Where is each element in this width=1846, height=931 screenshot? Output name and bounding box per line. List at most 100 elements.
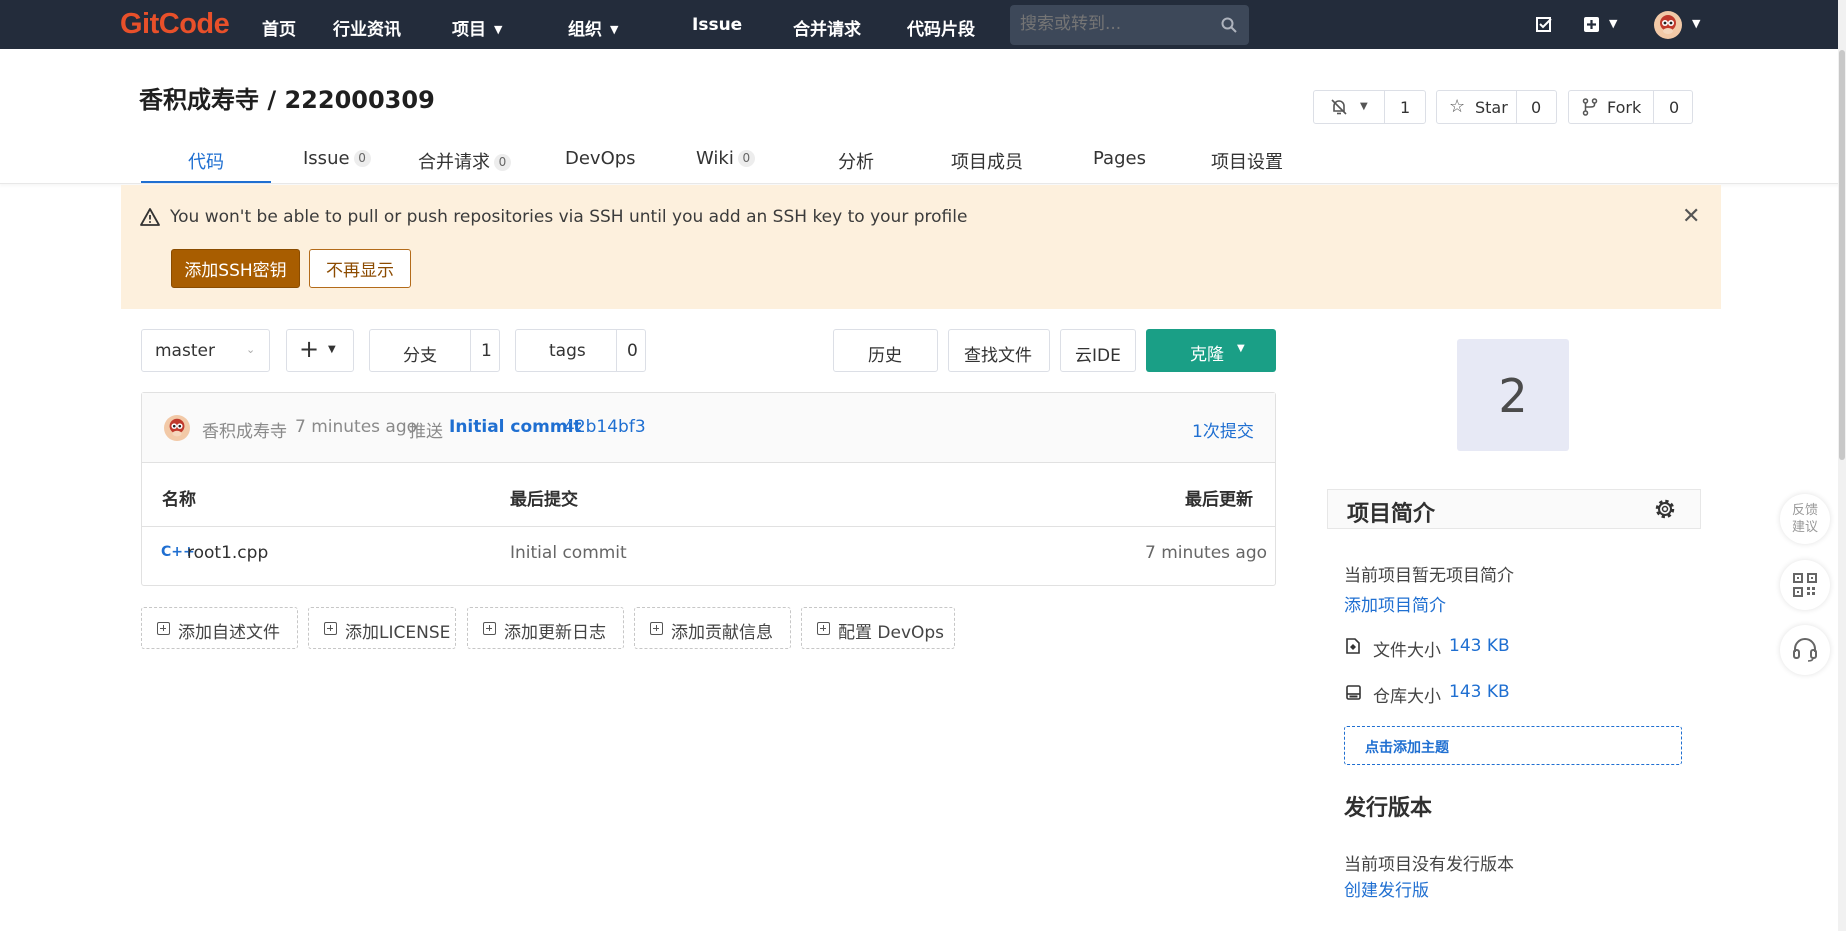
repository-panel: 香积成寿寺 7 minutes ago 推送 Initial commit 42… bbox=[141, 392, 1276, 586]
nav-industry-news[interactable]: 行业资讯 bbox=[333, 15, 401, 40]
plus-square-icon bbox=[650, 622, 663, 635]
tags-button[interactable]: tags 0 bbox=[515, 329, 646, 372]
top-navbar: GitCode 首页 行业资讯 项目 ▼ 组织 ▼ Issue 合并请求 代码片段 … bbox=[0, 0, 1846, 49]
create-release-link[interactable]: 创建发行版 bbox=[1344, 876, 1429, 901]
warning-icon bbox=[140, 208, 160, 226]
file-size-value: 143 KB bbox=[1449, 636, 1510, 656]
add-intro-link[interactable]: 添加项目简介 bbox=[1344, 591, 1446, 616]
fork-label: Fork bbox=[1607, 98, 1642, 117]
file-size-icon bbox=[1346, 638, 1360, 654]
add-readme-button[interactable]: 添加自述文件 bbox=[141, 607, 298, 649]
find-file-button[interactable]: 查找文件 bbox=[948, 329, 1050, 372]
setup-devops-button[interactable]: 配置 DevOps bbox=[801, 607, 955, 649]
feedback-button[interactable]: 反馈 建议 bbox=[1780, 494, 1830, 544]
notification-button[interactable]: ▼ 1 bbox=[1313, 90, 1426, 124]
gitcode-logo[interactable]: GitCode bbox=[120, 8, 230, 41]
search-box bbox=[1010, 5, 1249, 45]
tab-pages[interactable]: Pages bbox=[1093, 148, 1146, 169]
bell-off-icon bbox=[1331, 99, 1347, 115]
tab-merge-requests[interactable]: 合并请求 0 bbox=[418, 148, 511, 174]
file-name-link[interactable]: root1.cpp bbox=[187, 543, 268, 563]
headset-icon bbox=[1793, 638, 1817, 662]
project-title[interactable]: 香积成寿寺 / 222000309 bbox=[139, 80, 435, 115]
chevron-down-icon: ▼ bbox=[328, 344, 336, 355]
wiki-count-badge: 0 bbox=[737, 150, 755, 167]
ssh-alert-banner: You won't be able to pull or push reposi… bbox=[121, 185, 1721, 309]
user-avatar[interactable] bbox=[1654, 11, 1682, 39]
commit-count-link[interactable]: 1次提交 bbox=[1192, 417, 1254, 442]
no-release-text: 当前项目没有发行版本 bbox=[1344, 855, 1514, 875]
commit-message-link[interactable]: Initial commit bbox=[449, 417, 582, 437]
gear-icon[interactable] bbox=[1653, 497, 1677, 521]
tab-analytics[interactable]: 分析 bbox=[838, 148, 874, 174]
plus-square-icon bbox=[324, 622, 337, 635]
star-button[interactable]: ☆ Star 0 bbox=[1436, 90, 1557, 124]
commit-author[interactable]: 香积成寿寺 bbox=[202, 417, 287, 442]
repo-size-value: 143 KB bbox=[1449, 682, 1510, 702]
add-contributing-button[interactable]: 添加贡献信息 bbox=[634, 607, 791, 649]
issue-count-badge: 0 bbox=[353, 150, 371, 167]
nav-orgs[interactable]: 组织 ▼ bbox=[568, 15, 618, 40]
fork-count: 0 bbox=[1669, 98, 1680, 117]
add-ssh-key-button[interactable]: 添加SSH密钥 bbox=[171, 249, 300, 288]
add-topic-button[interactable]: 点击添加主题 bbox=[1344, 726, 1682, 765]
table-header: 名称 最后提交 最后更新 bbox=[142, 463, 1275, 527]
author-avatar[interactable] bbox=[164, 415, 190, 441]
file-updated: 7 minutes ago bbox=[1145, 543, 1268, 563]
search-icon[interactable] bbox=[1221, 17, 1237, 33]
history-button[interactable]: 历史 bbox=[833, 329, 938, 372]
chevron-down-icon: ▼ bbox=[1237, 343, 1245, 354]
nav-home[interactable]: 首页 bbox=[262, 15, 296, 40]
nav-merge-requests[interactable]: 合并请求 bbox=[793, 15, 861, 40]
qr-code-button[interactable] bbox=[1780, 560, 1830, 610]
alert-message: You won't be able to pull or push reposi… bbox=[170, 207, 968, 227]
page-scrollbar[interactable] bbox=[1838, 0, 1846, 931]
tab-issue[interactable]: Issue 0 bbox=[303, 148, 371, 169]
tab-settings[interactable]: 项目设置 bbox=[1211, 148, 1283, 174]
tab-code[interactable]: 代码 bbox=[188, 148, 224, 174]
todo-icon[interactable] bbox=[1536, 16, 1553, 33]
clone-button[interactable]: 克隆 ▼ bbox=[1146, 329, 1276, 372]
branch-name: master bbox=[155, 341, 215, 361]
qr-code-icon bbox=[1793, 573, 1817, 597]
col-name: 名称 bbox=[162, 490, 196, 510]
nav-issue[interactable]: Issue bbox=[692, 15, 742, 35]
tab-members[interactable]: 项目成员 bbox=[951, 148, 1023, 174]
fork-button[interactable]: Fork 0 bbox=[1568, 90, 1693, 124]
project-avatar: 2 bbox=[1457, 339, 1569, 451]
support-button[interactable] bbox=[1780, 625, 1830, 675]
col-last-commit: 最后提交 bbox=[510, 490, 578, 510]
nav-snippets[interactable]: 代码片段 bbox=[907, 15, 975, 40]
chevron-down-icon[interactable]: ▼ bbox=[1692, 17, 1700, 30]
star-count: 0 bbox=[1531, 98, 1542, 117]
cloud-ide-button[interactable]: 云IDE bbox=[1060, 329, 1136, 372]
plus-square-icon[interactable] bbox=[1583, 16, 1600, 33]
commit-sha-link[interactable]: 42b14bf3 bbox=[564, 417, 646, 437]
file-commit-link[interactable]: Initial commit bbox=[510, 543, 627, 563]
dont-show-again-button[interactable]: 不再显示 bbox=[309, 249, 411, 288]
fork-icon bbox=[1582, 98, 1598, 116]
col-last-update: 最后更新 bbox=[1185, 490, 1253, 510]
search-input[interactable] bbox=[1020, 14, 1220, 34]
chevron-down-icon[interactable]: ▼ bbox=[1609, 17, 1617, 30]
tab-devops[interactable]: DevOps bbox=[565, 148, 636, 169]
last-commit-bar: 香积成寿寺 7 minutes ago 推送 Initial commit 42… bbox=[142, 393, 1275, 463]
scrollbar-thumb[interactable] bbox=[1839, 50, 1845, 460]
branch-select[interactable]: master ⌄ bbox=[141, 329, 270, 372]
add-changelog-button[interactable]: 添加更新日志 bbox=[467, 607, 624, 649]
tags-count: 0 bbox=[627, 341, 638, 361]
add-license-button[interactable]: 添加LICENSE bbox=[308, 607, 456, 649]
notification-count: 1 bbox=[1400, 98, 1411, 117]
branches-button[interactable]: 分支 1 bbox=[369, 329, 500, 372]
add-dropdown-button[interactable]: + ▼ bbox=[286, 329, 354, 372]
chevron-down-icon: ▼ bbox=[610, 23, 619, 36]
chevron-down-icon: ▼ bbox=[1360, 101, 1368, 112]
star-label: Star bbox=[1475, 98, 1508, 117]
project-tabs: 代码 Issue 0 合并请求 0 DevOps Wiki 0 分析 项目成员 Pag… bbox=[0, 140, 1846, 184]
chevron-down-icon: ⌄ bbox=[246, 343, 256, 356]
close-icon[interactable]: ✕ bbox=[1682, 204, 1700, 229]
intro-title: 项目简介 bbox=[1347, 502, 1436, 527]
tags-label: tags bbox=[549, 341, 586, 361]
nav-projects[interactable]: 项目 ▼ bbox=[452, 15, 502, 40]
tab-wiki[interactable]: Wiki 0 bbox=[696, 148, 755, 169]
